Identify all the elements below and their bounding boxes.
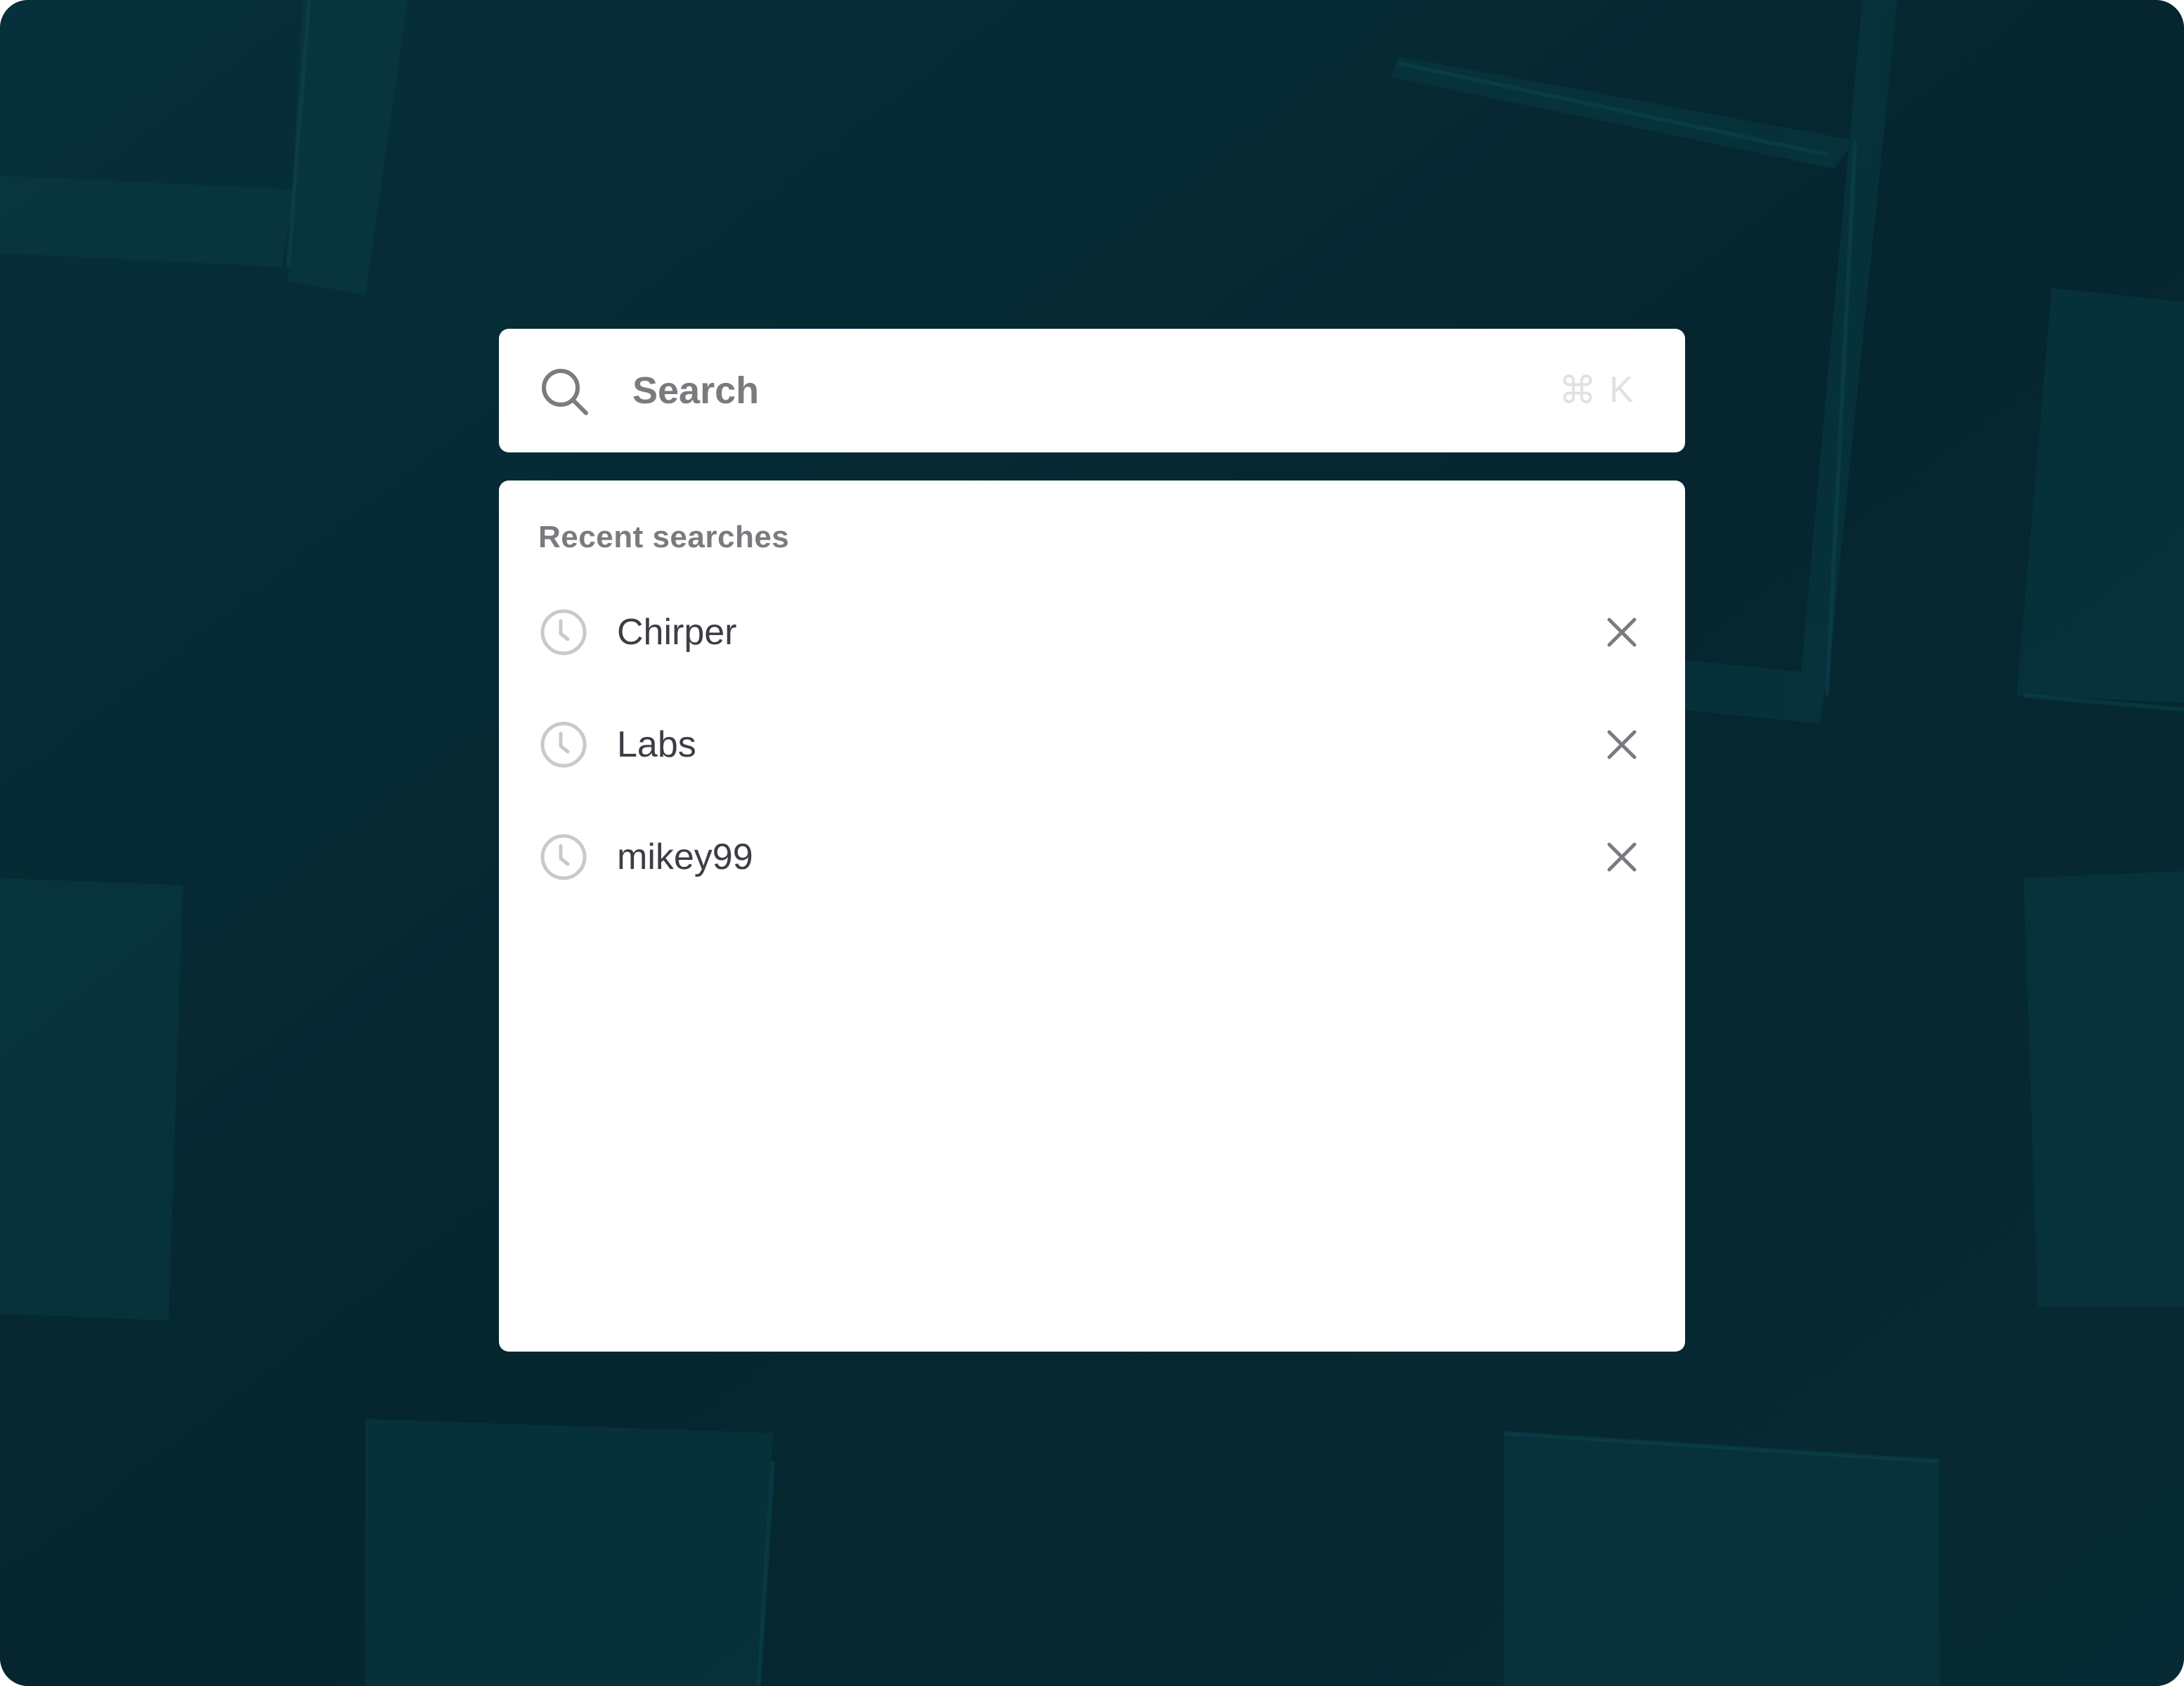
shortcut-key: K: [1609, 370, 1634, 410]
section-title: Recent searches: [538, 520, 790, 554]
recent-search-label: mikey99: [617, 837, 753, 877]
recent-search-label: Chirper: [617, 612, 737, 653]
command-key-icon: ⌘: [1559, 367, 1597, 412]
close-icon: [1607, 842, 1637, 872]
keyboard-shortcut-hint: ⌘ K: [1559, 365, 1634, 414]
remove-recent-search-button[interactable]: [1598, 833, 1646, 881]
remove-recent-search-button[interactable]: [1598, 721, 1646, 769]
recent-search-item[interactable]: mikey99: [499, 808, 1685, 906]
close-icon: [1607, 617, 1637, 647]
recent-search-label: Labs: [617, 724, 696, 765]
remove-recent-search-button[interactable]: [1598, 608, 1646, 656]
clock-icon: [538, 719, 589, 770]
recent-search-item[interactable]: Chirper: [499, 583, 1685, 681]
clock-icon: [538, 832, 589, 882]
recent-search-item[interactable]: Labs: [499, 695, 1685, 794]
clock-icon: [538, 607, 589, 658]
search-input[interactable]: [632, 357, 1511, 424]
app-window: ⌘ K Recent searches Chirper Labs: [0, 0, 2184, 1686]
search-icon: [540, 367, 590, 417]
close-icon: [1607, 730, 1637, 759]
